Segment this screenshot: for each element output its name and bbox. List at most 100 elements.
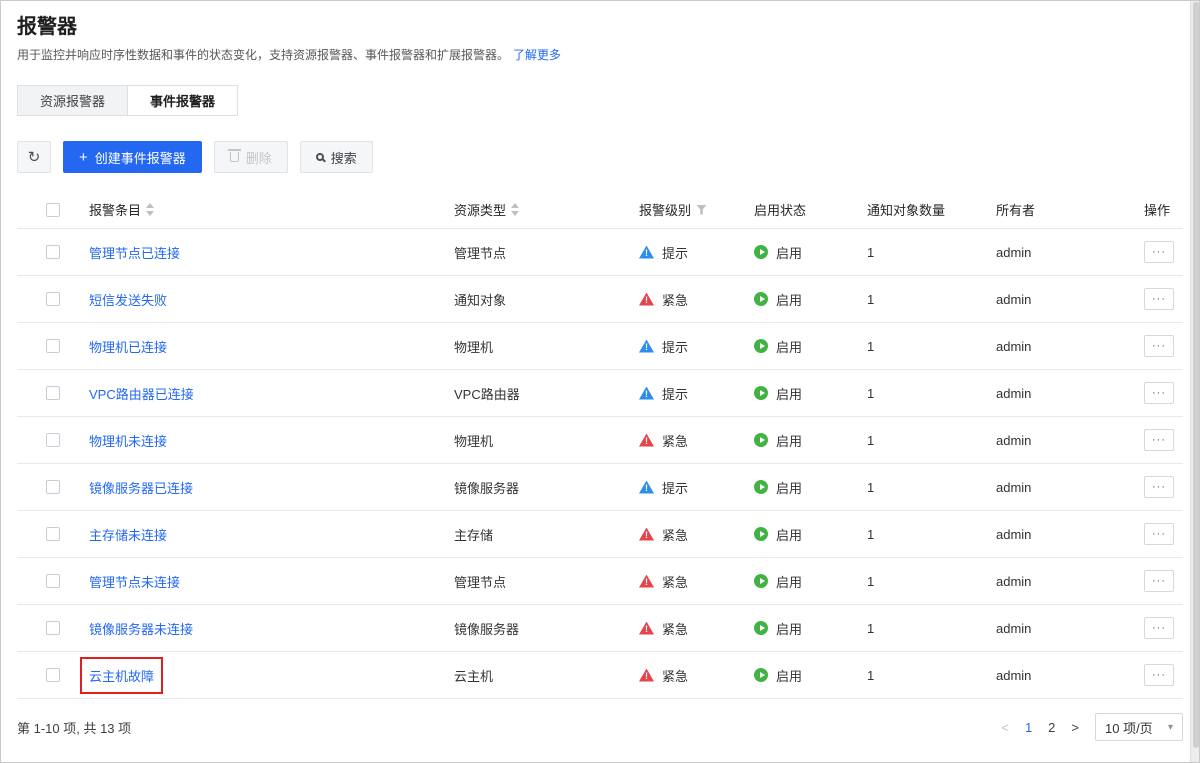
alarm-name-link[interactable]: 镜像服务器未连接 — [89, 619, 193, 638]
owner-value: admin — [996, 621, 1031, 636]
table-row: VPC路由器已连接 VPC路由器 !提示 启用 1 admin ··· — [17, 370, 1183, 417]
alert-level-label: 提示 — [662, 337, 688, 356]
tab-event-alarms[interactable]: 事件报警器 — [128, 85, 238, 116]
alarm-name-link[interactable]: 镜像服务器已连接 — [89, 478, 193, 497]
page-size-select[interactable]: 10 项/页 ▾ — [1095, 713, 1183, 741]
table-row: 主存储未连接 主存储 !紧急 启用 1 admin ··· — [17, 511, 1183, 558]
enabled-status-label: 启用 — [776, 572, 802, 591]
alert-level-icon: ! — [639, 575, 654, 588]
refresh-icon: ↻ — [28, 148, 41, 166]
refresh-button[interactable]: ↻ — [17, 141, 51, 173]
owner-value: admin — [996, 433, 1031, 448]
page-button-1[interactable]: 1 — [1025, 720, 1032, 735]
alarm-name-link[interactable]: 短信发送失败 — [89, 290, 167, 309]
row-actions-button[interactable]: ··· — [1144, 429, 1174, 451]
alert-level-label: 紧急 — [662, 619, 688, 638]
next-page-button[interactable]: > — [1071, 720, 1079, 735]
row-actions-button[interactable]: ··· — [1144, 523, 1174, 545]
alarm-name-link[interactable]: 云主机故障 — [89, 666, 154, 685]
row-actions-button[interactable]: ··· — [1144, 476, 1174, 498]
resource-type-value: 镜像服务器 — [454, 478, 519, 497]
alarms-table: 报警条目 资源类型 报警级别 启用状态 通知对象数量 所有者 操作 管理节点已连… — [17, 191, 1183, 699]
enabled-status-icon — [754, 574, 768, 588]
table-row: 镜像服务器已连接 镜像服务器 !提示 启用 1 admin ··· — [17, 464, 1183, 511]
alarm-name-link[interactable]: 管理节点已连接 — [89, 243, 180, 262]
row-checkbox[interactable] — [46, 527, 60, 541]
enabled-status-label: 启用 — [776, 337, 802, 356]
row-actions-button[interactable]: ··· — [1144, 664, 1174, 686]
column-header-owner: 所有者 — [996, 200, 1035, 219]
delete-button-label: 删除 — [246, 148, 272, 167]
tab-resource-alarms[interactable]: 资源报警器 — [17, 85, 128, 116]
alert-level-label: 提示 — [662, 384, 688, 403]
row-actions-button[interactable]: ··· — [1144, 617, 1174, 639]
row-checkbox[interactable] — [46, 668, 60, 682]
row-checkbox[interactable] — [46, 292, 60, 306]
alarm-name-link[interactable]: 管理节点未连接 — [89, 572, 180, 591]
row-actions-button[interactable]: ··· — [1144, 288, 1174, 310]
enabled-status-icon — [754, 386, 768, 400]
alert-level-icon: ! — [639, 293, 654, 306]
page-button-2[interactable]: 2 — [1048, 720, 1055, 735]
prev-page-button[interactable]: < — [1001, 720, 1009, 735]
row-checkbox[interactable] — [46, 574, 60, 588]
enabled-status-label: 启用 — [776, 384, 802, 403]
table-row: 物理机已连接 物理机 !提示 启用 1 admin ··· — [17, 323, 1183, 370]
row-actions-button[interactable]: ··· — [1144, 570, 1174, 592]
page-size-value: 10 项/页 — [1105, 718, 1153, 737]
owner-value: admin — [996, 480, 1031, 495]
column-header-name: 报警条目 — [89, 200, 141, 219]
resource-type-value: 主存储 — [454, 525, 493, 544]
table-row: 管理节点未连接 管理节点 !紧急 启用 1 admin ··· — [17, 558, 1183, 605]
create-event-alarm-button[interactable]: +创建事件报警器 — [63, 141, 202, 173]
column-header-level: 报警级别 — [639, 200, 691, 219]
enabled-status-icon — [754, 245, 768, 259]
pagination-summary: 第 1-10 项, 共 13 项 — [17, 718, 131, 737]
alarm-name-link[interactable]: 主存储未连接 — [89, 525, 167, 544]
table-row: 镜像服务器未连接 镜像服务器 !紧急 启用 1 admin ··· — [17, 605, 1183, 652]
owner-value: admin — [996, 292, 1031, 307]
vertical-scrollbar[interactable] — [1190, 1, 1199, 762]
filter-icon-level[interactable] — [696, 205, 707, 215]
search-button-label: 搜索 — [331, 148, 357, 167]
row-checkbox[interactable] — [46, 480, 60, 494]
column-header-actions: 操作 — [1144, 200, 1170, 219]
enabled-status-label: 启用 — [776, 290, 802, 309]
owner-value: admin — [996, 574, 1031, 589]
pagination: < 1 2 > 10 项/页 ▾ — [1001, 713, 1183, 741]
table-body: 管理节点已连接 管理节点 !提示 启用 1 admin ··· 短信发送失败 通… — [17, 229, 1183, 699]
alert-level-icon: ! — [639, 387, 654, 400]
alarm-name-link[interactable]: VPC路由器已连接 — [89, 384, 194, 403]
row-checkbox[interactable] — [46, 386, 60, 400]
search-button[interactable]: 搜索 — [300, 141, 373, 173]
row-checkbox[interactable] — [46, 621, 60, 635]
row-checkbox[interactable] — [46, 339, 60, 353]
sort-icon-name[interactable] — [146, 203, 154, 216]
alarm-name-link[interactable]: 物理机已连接 — [89, 337, 167, 356]
row-actions-button[interactable]: ··· — [1144, 241, 1174, 263]
owner-value: admin — [996, 668, 1031, 683]
resource-type-value: 镜像服务器 — [454, 619, 519, 638]
row-actions-button[interactable]: ··· — [1144, 382, 1174, 404]
column-header-resource-type: 资源类型 — [454, 200, 506, 219]
row-actions-button[interactable]: ··· — [1144, 335, 1174, 357]
notify-count-value: 1 — [867, 339, 874, 354]
alarm-name-link[interactable]: 物理机未连接 — [89, 431, 167, 450]
enabled-status-icon — [754, 668, 768, 682]
notify-count-value: 1 — [867, 480, 874, 495]
tab-bar: 资源报警器 事件报警器 — [17, 85, 1199, 116]
owner-value: admin — [996, 245, 1031, 260]
page-header: 报警器 用于监控并响应时序性数据和事件的状态变化，支持资源报警器、事件报警器和扩… — [1, 1, 1199, 64]
notify-count-value: 1 — [867, 668, 874, 683]
owner-value: admin — [996, 527, 1031, 542]
row-checkbox[interactable] — [46, 433, 60, 447]
enabled-status-label: 启用 — [776, 525, 802, 544]
learn-more-link[interactable]: 了解更多 — [513, 48, 561, 62]
notify-count-value: 1 — [867, 621, 874, 636]
select-all-checkbox[interactable] — [46, 203, 60, 217]
sort-icon-resource-type[interactable] — [511, 203, 519, 216]
row-checkbox[interactable] — [46, 245, 60, 259]
chevron-down-icon: ▾ — [1168, 722, 1173, 733]
owner-value: admin — [996, 386, 1031, 401]
scrollbar-thumb[interactable] — [1193, 2, 1199, 748]
